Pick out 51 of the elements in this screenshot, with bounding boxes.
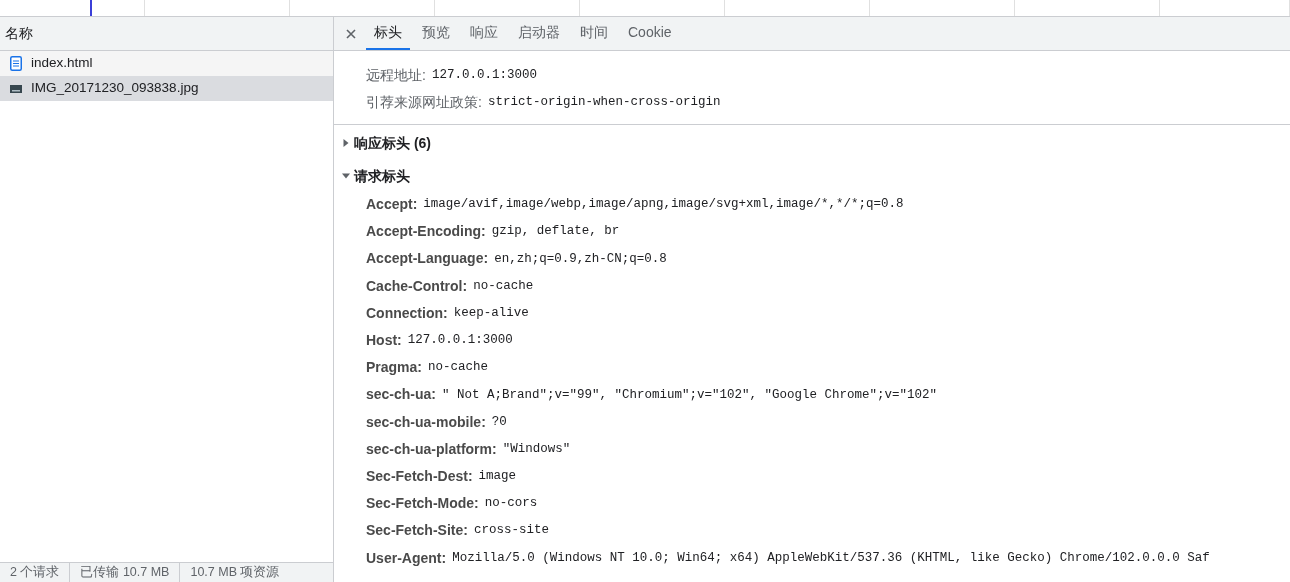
header-name: sec-ch-ua-mobile:: [366, 412, 486, 432]
tab[interactable]: 时间: [572, 17, 616, 50]
header-name: Connection:: [366, 303, 448, 323]
field-name: 远程地址:: [366, 66, 426, 85]
status-text: 10.7 MB 项资源: [179, 563, 290, 582]
field-name: 引荐来源网址政策:: [366, 93, 482, 112]
header-name: User-Agent:: [366, 548, 447, 568]
header-name: Accept:: [366, 195, 418, 215]
header-value: no-cache: [428, 359, 489, 377]
tab[interactable]: Cookie: [620, 17, 680, 50]
header-name: Host:: [366, 331, 402, 351]
header-value: en,zh;q=0.9,zh-CN;q=0.8: [494, 250, 667, 268]
tab[interactable]: 预览: [414, 17, 458, 50]
header-name: Cache-Control:: [366, 276, 468, 296]
field-value: 127.0.0.1:3000: [431, 67, 537, 85]
header-name: Sec-Fetch-Dest:: [366, 466, 473, 486]
document-icon: [10, 56, 22, 71]
header-value: no-cors: [484, 495, 538, 513]
request-row[interactable]: index.html: [0, 51, 333, 76]
request-row[interactable]: IMG_20171230_093838.jpg: [0, 76, 333, 101]
header-value: image/avif,image/webp,image/apng,image/svg+xml,image/*,*/*;q=0.8: [423, 196, 904, 214]
header-value: Mozilla/5.0 (Windows NT 10.0; Win64; x64) AppleWebKit/537.36 (KHTML, like Gecko) Chrome/102.0.0.0 Saf: [452, 549, 1210, 567]
column-header: 名称: [0, 17, 333, 51]
header-name: Sec-Fetch-Mode:: [366, 494, 479, 514]
caret-down-icon: [342, 172, 350, 180]
tab[interactable]: 响应: [462, 17, 506, 50]
header-name: sec-ch-ua:: [366, 385, 437, 405]
header-value: " Not A;Brand";v="99", "Chromium";v="102", "Google Chrome";v="102": [442, 386, 938, 404]
header-value: 127.0.0.1:3000: [407, 332, 513, 350]
header-name: sec-ch-ua-platform:: [366, 439, 497, 459]
header-value: cross-site: [473, 522, 549, 540]
header-value: no-cache: [473, 277, 534, 295]
header-value: image: [478, 468, 517, 486]
tab[interactable]: 标头: [366, 17, 410, 50]
header-value: ?0: [491, 413, 507, 431]
section-toggle[interactable]: 响应标头 (6): [334, 128, 1290, 158]
image-icon: [10, 84, 22, 93]
header-value: gzip, deflate, br: [491, 223, 620, 241]
header-name: Accept-Language:: [366, 249, 489, 269]
close-icon[interactable]: [346, 28, 356, 39]
header-name: Sec-Fetch-Site:: [366, 521, 468, 541]
header-value: keep-alive: [453, 304, 529, 322]
field-value: strict-origin-when-cross-origin: [487, 94, 721, 112]
header-value: "Windows": [502, 440, 571, 458]
section-toggle[interactable]: 请求标头: [334, 161, 1290, 191]
header-name: Pragma:: [366, 358, 423, 378]
status-text: 2 个请求: [9, 564, 61, 582]
caret-right-icon: [342, 139, 350, 147]
status-text: 已传输 10.7 MB: [69, 563, 180, 582]
tab[interactable]: 启动器: [510, 17, 568, 50]
header-name: Accept-Encoding:: [366, 222, 486, 242]
